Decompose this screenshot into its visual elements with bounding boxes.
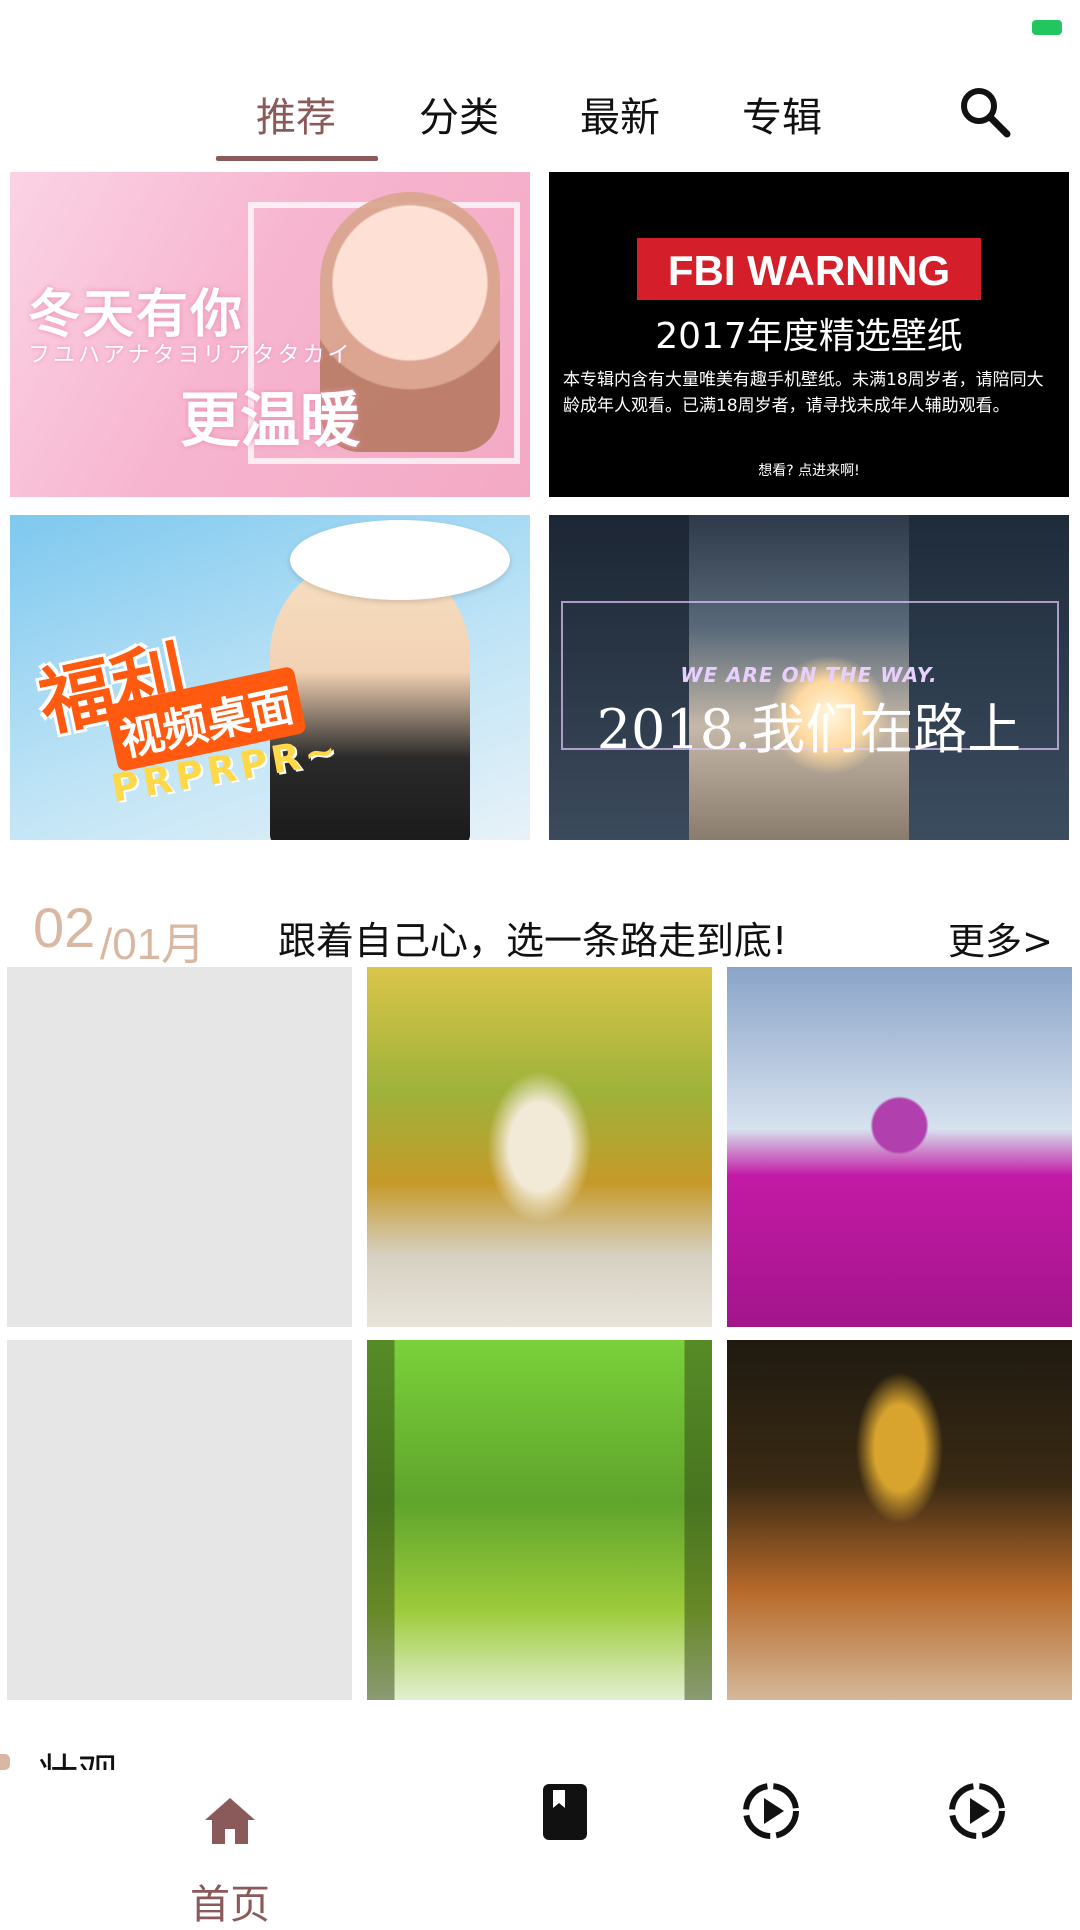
banner-on-the-way[interactable]: WE ARE ON THE WAY. 2018.我们在路上 bbox=[549, 515, 1069, 840]
nav-bookmark[interactable] bbox=[500, 1770, 630, 1920]
banner-winter[interactable]: 冬天有你 フユハアナタヨリアタタカイ 更温暖 bbox=[10, 172, 530, 497]
tab-recommend[interactable]: 推荐 bbox=[256, 85, 336, 143]
banner-tagline: WE ARE ON THE WAY. bbox=[680, 663, 938, 687]
banner-title: 2017年度精选壁纸 bbox=[655, 316, 963, 357]
banner-title: 2018.我们在路上 bbox=[596, 698, 1022, 761]
warning-badge: FBI WARNING bbox=[637, 238, 981, 300]
daily-section-header: 02 /01月 跟着自己心，选一条路走到底! 更多> bbox=[0, 885, 1080, 975]
tab-category[interactable]: 分类 bbox=[419, 85, 499, 143]
wallpaper-thumbnail-tree-tunnel[interactable] bbox=[367, 967, 712, 1327]
banner-headline: 冬天有你 bbox=[28, 285, 245, 345]
more-link[interactable]: 更多> bbox=[948, 911, 1053, 965]
warning-badge-text: FBI WARNING bbox=[667, 247, 951, 294]
banner-subtitle: フユハアナタヨリアタタカイ bbox=[28, 343, 353, 368]
banner-headline-2: 更温暖 bbox=[180, 386, 360, 456]
next-section-title: 壮观 bbox=[38, 1754, 118, 1770]
play-icon bbox=[949, 1783, 1005, 1839]
home-icon bbox=[205, 1798, 255, 1844]
wallpaper-thumbnail-purple-tree[interactable] bbox=[727, 967, 1072, 1327]
top-tab-bar: 推荐 分类 最新 专辑 bbox=[0, 60, 1080, 170]
nav-home-label: 首页 bbox=[190, 1882, 270, 1928]
search-icon[interactable] bbox=[955, 82, 1015, 142]
banner-fbi-warning[interactable]: FBI WARNING 2017年度精选壁纸 本专辑内含有大量唯美有趣手机壁纸。… bbox=[549, 172, 1069, 497]
tab-indicator bbox=[216, 156, 378, 161]
nav-video[interactable] bbox=[700, 1770, 840, 1920]
wallpaper-thumbnail-green-path[interactable] bbox=[367, 1340, 712, 1700]
bottom-nav: 首页 bbox=[0, 1770, 1080, 1928]
section-slogan: 跟着自己心，选一条路走到底! bbox=[278, 919, 788, 963]
play-icon bbox=[743, 1783, 799, 1839]
wallpaper-thumbnail-placeholder[interactable] bbox=[7, 967, 352, 1327]
anime-hat bbox=[290, 520, 510, 600]
banner-footer: 想看? 点进来啊! bbox=[758, 463, 860, 479]
tab-album[interactable]: 专辑 bbox=[742, 85, 822, 143]
bookmark-icon bbox=[543, 1784, 587, 1840]
status-bar bbox=[0, 0, 1080, 60]
nav-live[interactable] bbox=[905, 1770, 1045, 1920]
tab-latest[interactable]: 最新 bbox=[580, 85, 660, 143]
next-section-peek: 壮观 bbox=[0, 1750, 1080, 1770]
nav-home[interactable]: 首页 bbox=[150, 1770, 310, 1928]
wallpaper-thumbnail-autumn-road[interactable] bbox=[727, 1340, 1072, 1700]
banner-body: 本专辑内含有大量唯美有趣手机壁纸。未满18周岁者，请陪同大龄成年人观看。已满18… bbox=[563, 370, 1044, 416]
wallpaper-thumbnail-placeholder[interactable] bbox=[7, 1340, 352, 1700]
section-marker bbox=[0, 1754, 10, 1770]
battery-icon bbox=[1032, 20, 1062, 35]
date-day: 02 bbox=[33, 896, 96, 959]
banner-video-wallpaper[interactable]: 福利 视频桌面 PRPRPR~ bbox=[10, 515, 530, 840]
date-month: /01月 bbox=[100, 920, 206, 969]
